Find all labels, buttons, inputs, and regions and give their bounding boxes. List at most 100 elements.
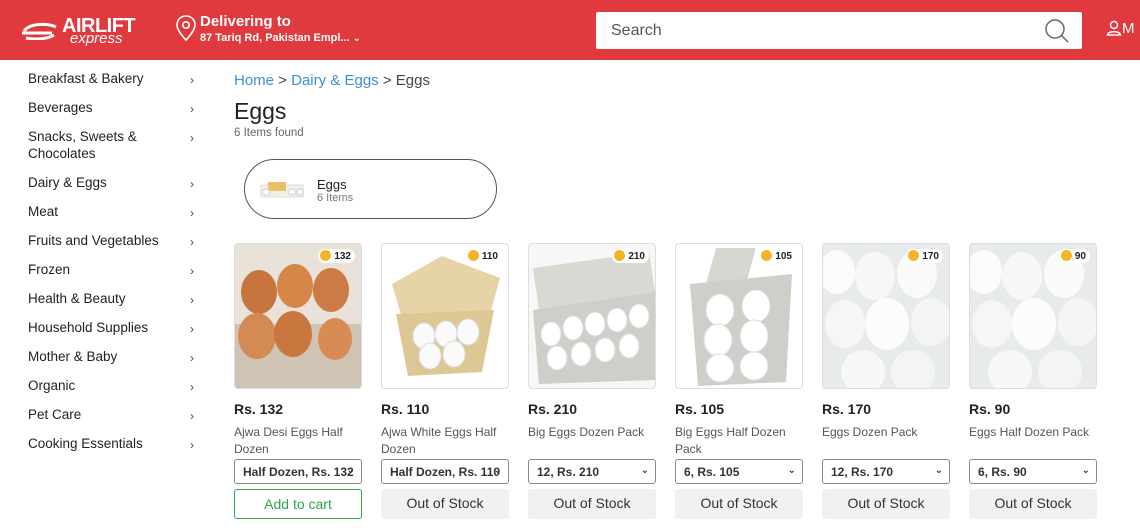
subcategory-count: 6 Items: [317, 192, 354, 204]
search-input[interactable]: Search: [611, 22, 662, 40]
out-of-stock-button: Out of Stock: [381, 489, 509, 519]
chevron-right-icon: ›: [190, 438, 194, 452]
sidebar-item-fruits-vegetables[interactable]: Fruits and Vegetables ›: [28, 226, 198, 255]
sidebar-item-label: Dairy & Eggs: [28, 175, 107, 190]
product-card[interactable]: 110 Rs. 110 Ajwa White Eggs Half Dozen H…: [381, 243, 509, 519]
product-image[interactable]: 110: [381, 243, 509, 389]
add-to-cart-button[interactable]: Add to cart: [234, 489, 362, 519]
product-name[interactable]: Big Eggs Half Dozen Pack: [675, 424, 803, 458]
out-of-stock-button: Out of Stock: [822, 489, 950, 519]
product-card[interactable]: 105 Rs. 105 Big Eggs Half Dozen Pack 6, …: [675, 243, 803, 519]
variant-select[interactable]: 6, Rs. 105 ⌄: [675, 459, 803, 484]
sidebar-item-beverages[interactable]: Beverages ›: [28, 93, 198, 122]
delivering-title: Delivering to: [200, 13, 291, 30]
user-icon: [1106, 20, 1122, 36]
reward-coins-badge: 170: [906, 249, 943, 263]
product-card[interactable]: 210 Rs. 210 Big Eggs Dozen Pack 12, Rs. …: [528, 243, 656, 519]
product-image[interactable]: 210: [528, 243, 656, 389]
product-image[interactable]: 90: [969, 243, 1097, 389]
sidebar-item-snacks[interactable]: Snacks, Sweets & Chocolates ›: [28, 122, 198, 168]
variant-value: Half Dozen, Rs. 110: [390, 465, 501, 479]
sidebar-item-household[interactable]: Household Supplies ›: [28, 313, 198, 342]
coin-icon: [467, 250, 479, 261]
sidebar-item-label: Mother & Baby: [28, 349, 118, 364]
sidebar-item-label: Meat: [28, 204, 59, 219]
sidebar-item-pet-care[interactable]: Pet Care ›: [28, 400, 198, 429]
sidebar-item-label: Breakfast & Bakery: [28, 71, 144, 86]
dozen-eggs-carton-image: [533, 252, 655, 384]
chevron-right-icon: ›: [190, 264, 194, 278]
product-name[interactable]: Eggs Half Dozen Pack: [969, 424, 1097, 441]
product-card[interactable]: 132 Rs. 132 Ajwa Desi Eggs Half Dozen Ha…: [234, 243, 362, 519]
sidebar-item-dairy-eggs[interactable]: Dairy & Eggs ›: [28, 168, 198, 197]
sidebar-item-meat[interactable]: Meat ›: [28, 197, 198, 226]
variant-value: 6, Rs. 105: [684, 465, 740, 479]
search-bar[interactable]: Search: [596, 12, 1082, 49]
variant-value: Half Dozen, Rs. 132: [243, 465, 354, 479]
variant-select[interactable]: Half Dozen, Rs. 132 ⌄: [234, 459, 362, 484]
account-button[interactable]: M: [1106, 20, 1135, 37]
product-name[interactable]: Ajwa Desi Eggs Half Dozen: [234, 424, 362, 458]
variant-value: 12, Rs. 170: [831, 465, 894, 479]
product-image[interactable]: 170: [822, 243, 950, 389]
chevron-right-icon: ›: [190, 177, 194, 191]
half-dozen-eggs-closeup-image: [970, 250, 1096, 388]
out-of-stock-button: Out of Stock: [528, 489, 656, 519]
subcategory-name: Eggs: [317, 177, 347, 192]
airlift-logo[interactable]: AIRLIFT express: [22, 12, 142, 48]
coin-icon: [761, 250, 773, 261]
chevron-down-icon: ⌄: [352, 33, 361, 44]
sidebar-item-mother-baby[interactable]: Mother & Baby ›: [28, 342, 198, 371]
delivery-address: 87 Tariq Rd, Pakistan Empl... ⌄: [200, 32, 361, 44]
sidebar-item-breakfast-bakery[interactable]: Breakfast & Bakery ›: [28, 64, 198, 93]
account-label: M: [1122, 20, 1135, 37]
chevron-down-icon: ⌄: [346, 465, 355, 476]
chevron-right-icon: ›: [190, 206, 194, 220]
out-of-stock-button: Out of Stock: [969, 489, 1097, 519]
variant-select[interactable]: 6, Rs. 90 ⌄: [969, 459, 1097, 484]
variant-select[interactable]: 12, Rs. 170 ⌄: [822, 459, 950, 484]
sidebar-item-label: Beverages: [28, 100, 93, 115]
sidebar-item-label: Organic: [28, 378, 76, 393]
chevron-right-icon: ›: [190, 293, 194, 307]
sidebar-item-organic[interactable]: Organic ›: [28, 371, 198, 400]
brown-eggs-image: [235, 264, 361, 388]
items-found-count: 6 Items found: [234, 127, 304, 139]
chevron-down-icon: ⌄: [640, 465, 649, 476]
search-icon[interactable]: [1044, 18, 1070, 44]
chevron-right-icon: ›: [190, 235, 194, 249]
variant-select[interactable]: Half Dozen, Rs. 110 ⌄: [381, 459, 509, 484]
out-of-stock-button: Out of Stock: [675, 489, 803, 519]
product-image[interactable]: 132: [234, 243, 362, 389]
sidebar-item-health-beauty[interactable]: Health & Beauty ›: [28, 284, 198, 313]
chevron-right-icon: ›: [190, 131, 194, 145]
coins-value: 170: [922, 251, 939, 262]
product-price: Rs. 110: [381, 401, 430, 417]
coins-value: 110: [481, 251, 498, 262]
breadcrumb-dairy-eggs[interactable]: Dairy & Eggs: [291, 72, 379, 89]
subcategory-eggs[interactable]: Eggs 6 Items: [244, 159, 497, 219]
product-card[interactable]: 170 Rs. 170 Eggs Dozen Pack 12, Rs. 170 ⌄…: [822, 243, 950, 519]
dozen-eggs-closeup-image: [823, 250, 949, 388]
chevron-right-icon: ›: [190, 351, 194, 365]
sidebar-item-frozen[interactable]: Frozen ›: [28, 255, 198, 284]
product-name[interactable]: Big Eggs Dozen Pack: [528, 424, 656, 441]
coin-icon: [320, 250, 332, 261]
chevron-right-icon: ›: [190, 73, 194, 87]
product-name[interactable]: Ajwa White Eggs Half Dozen: [381, 424, 509, 458]
chevron-right-icon: ›: [190, 409, 194, 423]
chevron-right-icon: ›: [190, 322, 194, 336]
sidebar-item-cooking-essentials[interactable]: Cooking Essentials ›: [28, 429, 198, 458]
logo-sub-text: express: [70, 30, 123, 47]
variant-select[interactable]: 12, Rs. 210 ⌄: [528, 459, 656, 484]
coins-value: 105: [775, 251, 792, 262]
product-card[interactable]: 90 Rs. 90 Eggs Half Dozen Pack 6, Rs. 90…: [969, 243, 1097, 519]
chevron-down-icon: ⌄: [934, 465, 943, 476]
breadcrumb-home[interactable]: Home: [234, 72, 274, 89]
product-image[interactable]: 105: [675, 243, 803, 389]
product-price: Rs. 210: [528, 401, 578, 417]
sidebar-item-label: Fruits and Vegetables: [28, 233, 159, 248]
reward-coins-badge: 105: [759, 249, 796, 263]
product-name[interactable]: Eggs Dozen Pack: [822, 424, 950, 441]
reward-coins-badge: 90: [1058, 249, 1090, 263]
